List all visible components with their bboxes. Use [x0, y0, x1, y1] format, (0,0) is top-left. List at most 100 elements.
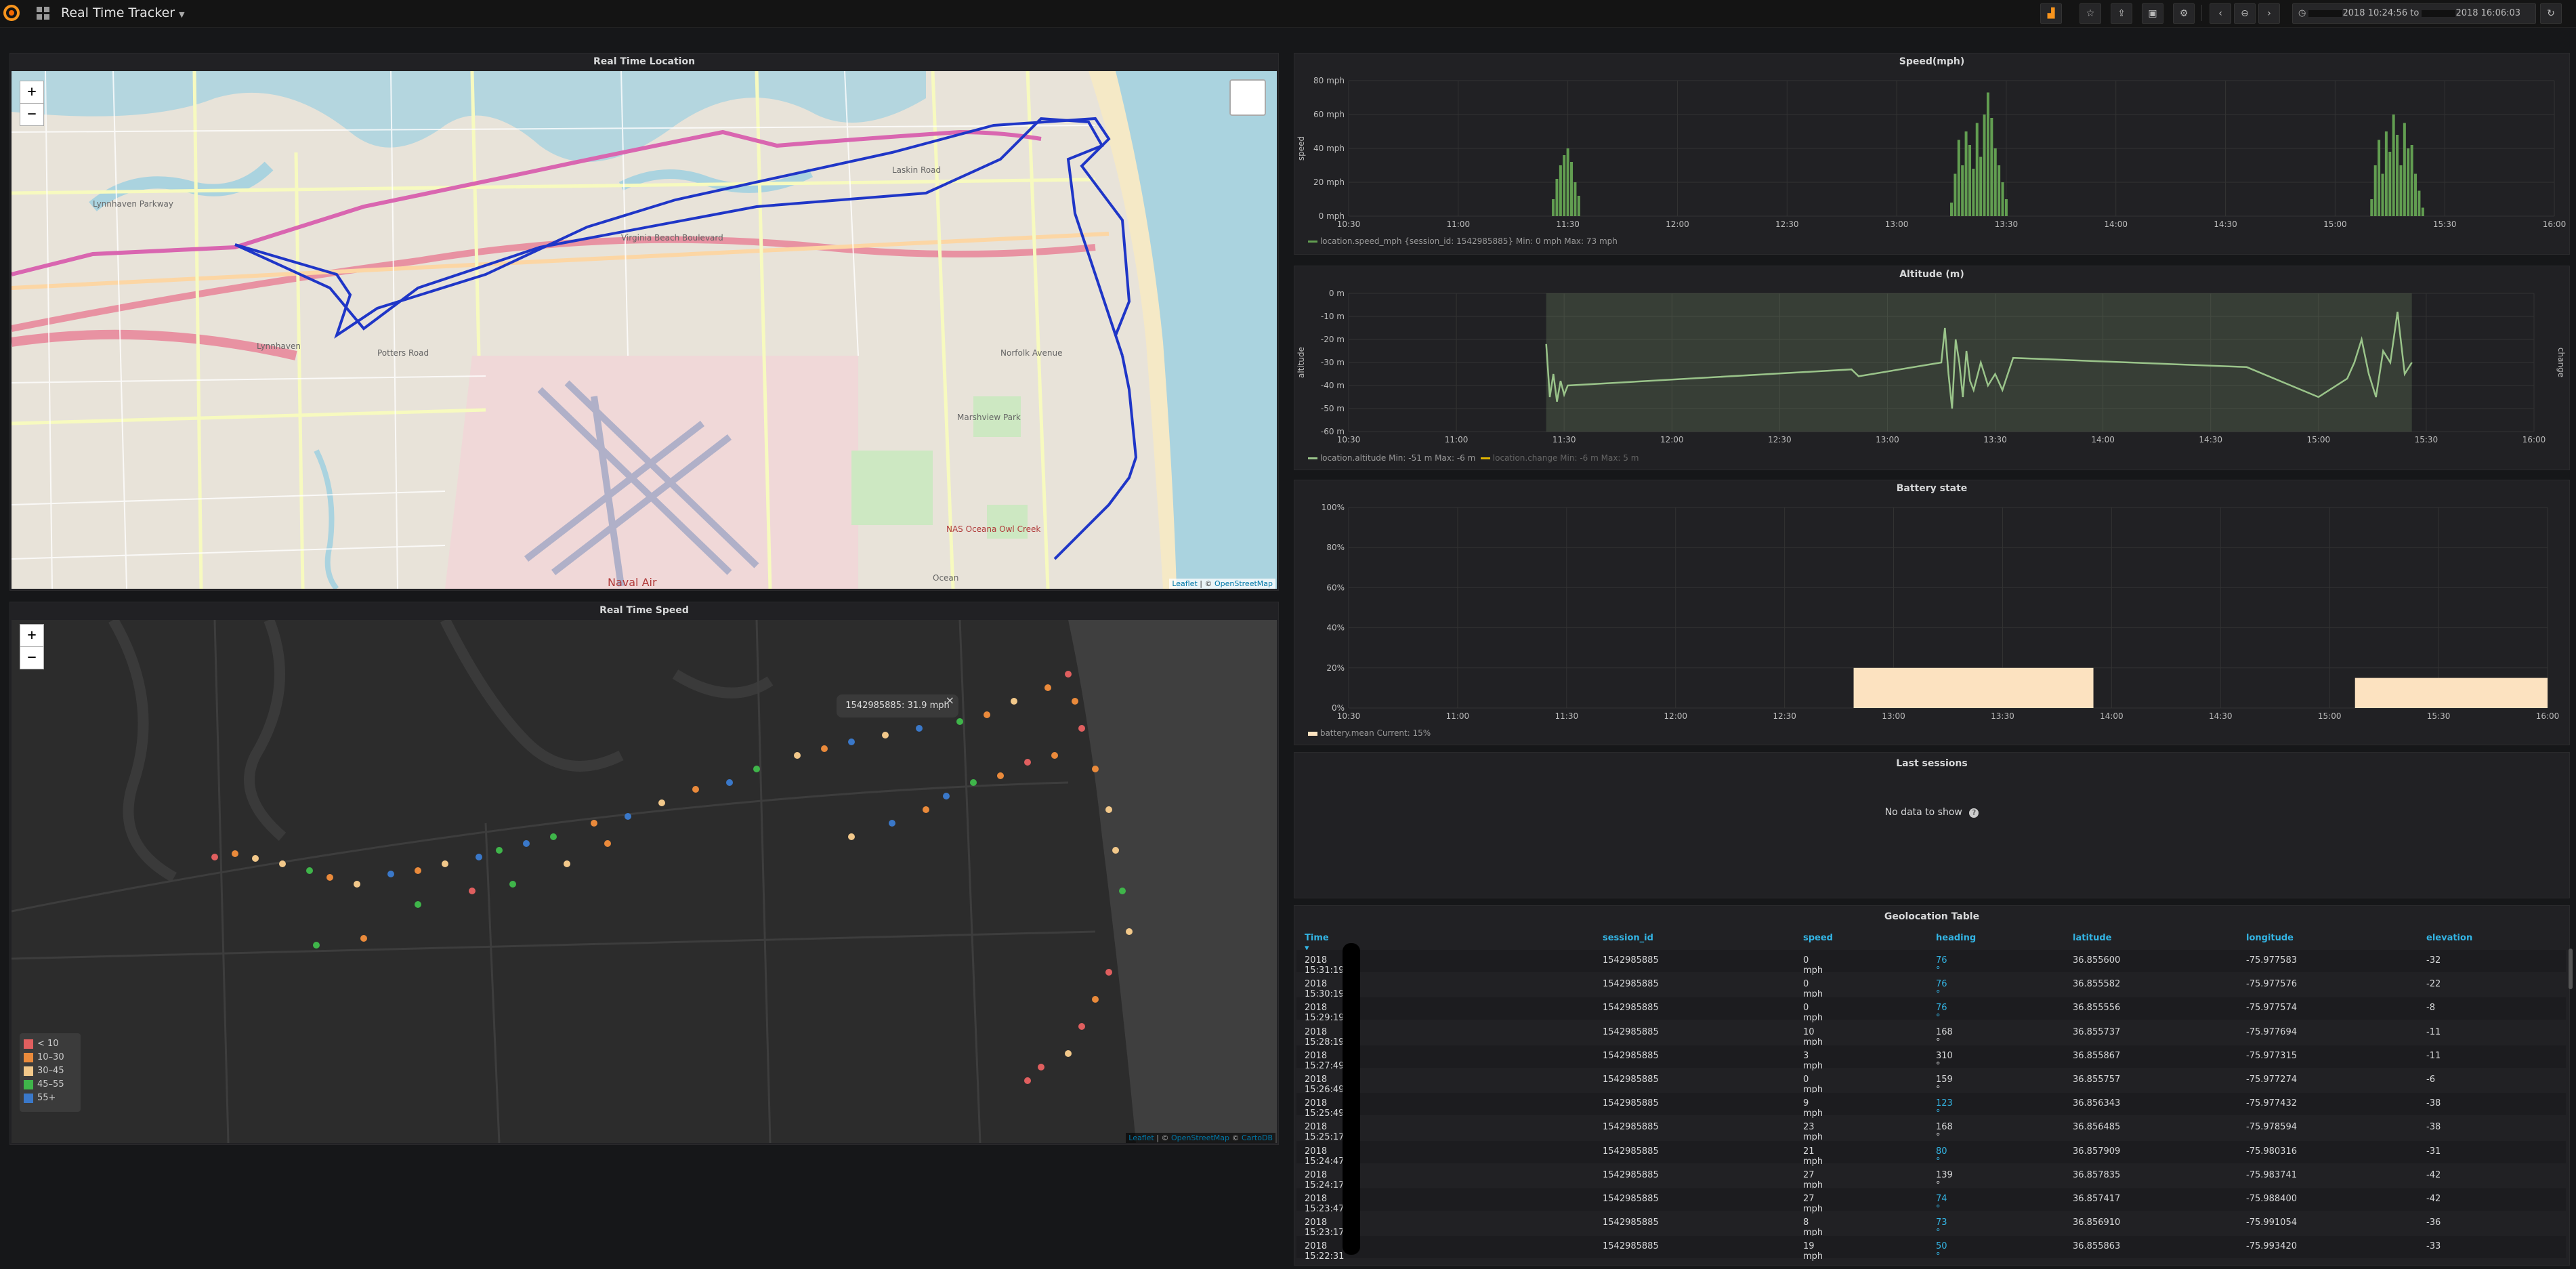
speed-point-marker[interactable] — [442, 860, 448, 867]
speed-bar[interactable] — [2388, 152, 2392, 216]
speed-bar[interactable] — [1975, 123, 1979, 217]
speed-bar[interactable] — [1986, 92, 1989, 217]
zoom-in-button[interactable]: + — [20, 81, 44, 104]
leaflet-link[interactable]: Leaflet — [1172, 579, 1197, 588]
time-shift-back-button[interactable]: ‹ — [2210, 3, 2231, 24]
column-header[interactable]: latitude — [2073, 933, 2112, 943]
table-row[interactable] — [1296, 1212, 2566, 1234]
column-header[interactable]: heading — [1936, 933, 1976, 943]
zoom-out-button[interactable]: ⊖ — [2234, 3, 2256, 24]
speed-bar[interactable] — [1957, 140, 1960, 217]
speed-point-marker[interactable] — [1011, 698, 1017, 705]
battery-area[interactable] — [1853, 667, 2094, 708]
osm-link[interactable]: OpenStreetMap — [1171, 1133, 1229, 1142]
speed-point-marker[interactable] — [1065, 1050, 1072, 1057]
speed-point-marker[interactable] — [1126, 928, 1133, 935]
time-shift-forward-button[interactable]: › — [2258, 3, 2280, 24]
speed-bar[interactable] — [2399, 165, 2403, 216]
zoom-out-button[interactable]: − — [20, 646, 44, 669]
speed-bar[interactable] — [1552, 199, 1555, 216]
question-icon[interactable]: ? — [1969, 808, 1979, 818]
speed-bar[interactable] — [2384, 131, 2388, 216]
speed-bar[interactable] — [1577, 196, 1580, 216]
time-range-picker[interactable]: ◷ 2018 10:24:56 to 2018 16:06:03 — [2292, 3, 2536, 24]
speed-bar[interactable] — [2414, 173, 2417, 217]
speed-point-marker[interactable] — [564, 860, 570, 867]
speed-bar[interactable] — [2417, 190, 2421, 217]
speed-bar[interactable] — [1954, 173, 1957, 217]
speed-point-marker[interactable] — [970, 779, 977, 786]
speed-point-marker[interactable] — [821, 745, 828, 752]
series-legend[interactable]: battery.mean Current: 15% — [1308, 728, 1431, 738]
speed-point-marker[interactable] — [509, 881, 516, 888]
speed-point-marker[interactable] — [1044, 684, 1051, 691]
column-header[interactable]: longitude — [2246, 933, 2294, 943]
speed-point-marker[interactable] — [1092, 766, 1099, 772]
speed-point-marker[interactable] — [984, 711, 990, 718]
speed-point-marker[interactable] — [306, 867, 313, 874]
dark-map-canvas[interactable] — [12, 620, 1277, 1143]
speed-point-marker[interactable] — [591, 820, 597, 827]
speed-point-marker[interactable] — [943, 793, 950, 799]
speed-point-marker[interactable] — [956, 718, 963, 725]
speed-chart[interactable]: 0 mph20 mph40 mph60 mph80 mph10:30 11:00 1… — [1294, 71, 2568, 234]
speed-point-marker[interactable] — [211, 854, 218, 860]
speed-point-marker[interactable] — [1092, 996, 1099, 1003]
speed-point-marker[interactable] — [1105, 806, 1112, 813]
battery-area[interactable] — [2355, 678, 2548, 708]
speed-point-marker[interactable] — [1112, 847, 1119, 854]
speed-point-marker[interactable] — [625, 813, 631, 820]
column-header[interactable]: speed — [1803, 933, 1833, 943]
speed-point-marker[interactable] — [496, 847, 503, 854]
speed-bar[interactable] — [1993, 148, 1997, 216]
table-row[interactable] — [1296, 1045, 2566, 1068]
speed-bar[interactable] — [2373, 165, 2377, 216]
speed-bar[interactable] — [2381, 173, 2384, 217]
share-button[interactable]: ⇪ — [2111, 3, 2132, 24]
speed-point-marker[interactable] — [726, 779, 733, 786]
table-row[interactable] — [1296, 1236, 2566, 1259]
speed-bar[interactable] — [1566, 148, 1569, 216]
speed-point-marker[interactable] — [476, 854, 482, 860]
speed-point-marker[interactable] — [753, 766, 760, 772]
speed-bar[interactable] — [1555, 179, 1559, 216]
cartodb-link[interactable]: CartoDB — [1242, 1133, 1273, 1142]
speed-point-marker[interactable] — [1038, 1064, 1044, 1070]
table-row[interactable] — [1296, 950, 2566, 972]
speed-point-marker[interactable] — [658, 799, 665, 806]
popup-close-icon[interactable]: × — [946, 689, 954, 712]
add-panel-button[interactable]: ▟ — [2040, 3, 2062, 24]
dashboard-title[interactable]: Real Time Tracker ▼ — [61, 5, 185, 20]
speed-bar[interactable] — [2378, 140, 2381, 217]
table-row[interactable] — [1296, 1069, 2566, 1091]
table-row[interactable] — [1296, 1093, 2566, 1116]
speed-point-marker[interactable] — [1024, 759, 1031, 766]
speed-point-marker[interactable] — [1078, 1023, 1085, 1030]
speed-point-marker[interactable] — [692, 786, 699, 793]
speed-bar[interactable] — [2403, 123, 2406, 217]
speed-bar[interactable] — [2396, 135, 2399, 216]
speed-point-marker[interactable] — [1072, 698, 1078, 705]
speed-point-marker[interactable] — [354, 881, 360, 888]
zoom-out-button[interactable]: − — [20, 103, 44, 126]
layer-control-button[interactable] — [1229, 79, 1266, 116]
speed-point-marker[interactable] — [997, 772, 1004, 779]
speed-point-marker[interactable] — [313, 942, 320, 949]
speed-point-marker[interactable] — [232, 850, 238, 857]
speed-point-marker[interactable] — [882, 732, 889, 738]
speed-point-marker[interactable] — [523, 840, 530, 847]
series-legend[interactable]: location.altitude Min: -51 m Max: -6 m l… — [1308, 453, 1639, 463]
speed-bar[interactable] — [1570, 162, 1574, 216]
star-button[interactable]: ☆ — [2079, 3, 2101, 24]
speed-bar[interactable] — [1998, 165, 2001, 216]
speed-bar[interactable] — [2370, 199, 2373, 216]
table-row[interactable] — [1296, 1140, 2566, 1163]
speed-bar[interactable] — [1950, 203, 1953, 216]
grafana-logo-icon[interactable] — [3, 4, 20, 22]
altitude-chart[interactable]: 0 m-10 m-20 m-30 m-40 m-50 m-60 m10:30 11… — [1294, 284, 2568, 449]
speed-bar[interactable] — [1964, 131, 1968, 216]
save-button[interactable]: ▣ — [2142, 3, 2163, 24]
speed-point-marker[interactable] — [1024, 1077, 1031, 1084]
speed-point-marker[interactable] — [415, 901, 421, 908]
speed-bar[interactable] — [1961, 165, 1964, 216]
